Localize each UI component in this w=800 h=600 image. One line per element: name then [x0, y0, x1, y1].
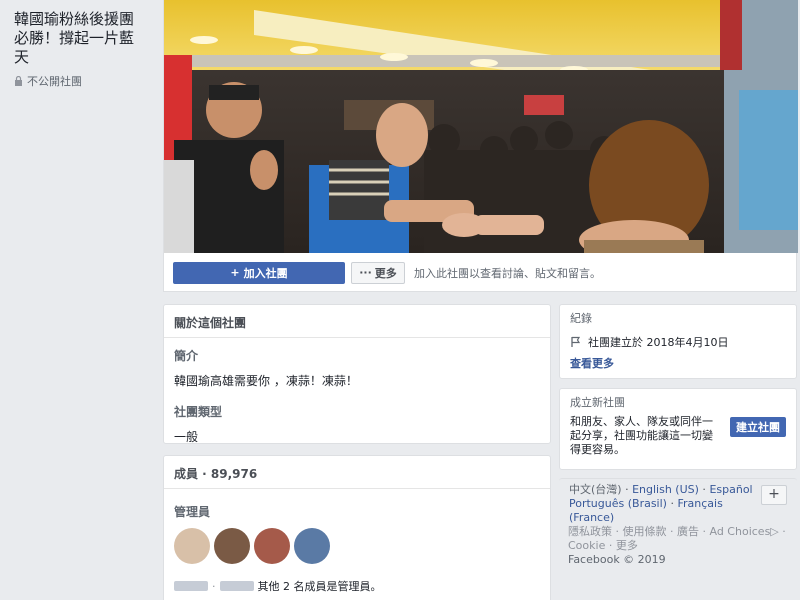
members-card: 成員 · 89,976 管理員 · 其他 2 名成員是管理員。 — [163, 455, 551, 600]
more-label: 更多 — [374, 266, 397, 280]
admin-note-text: 其他 2 名成員是管理員。 — [257, 580, 382, 593]
avatar[interactable] — [294, 528, 330, 564]
footer-link-cookie[interactable]: Cookie — [568, 539, 605, 552]
group-sidebar: 韓國瑜粉絲後援團必勝！撐起一片藍天 不公開社團 — [0, 0, 160, 600]
group-created-date: 社團建立於 2018年4月10日 — [588, 336, 729, 349]
cover-actions: + 加入社團 ··· 更多 加入此社團以查看討論、貼文和留言。 — [164, 253, 798, 292]
group-privacy: 不公開社團 — [14, 73, 146, 89]
footer-link-terms[interactable]: 使用條款 — [623, 525, 667, 538]
admin-avatars — [174, 528, 540, 564]
blurred-name[interactable] — [219, 581, 254, 591]
avatar[interactable] — [214, 528, 250, 564]
record-header: 紀錄 — [570, 312, 592, 325]
footer-link-adchoices[interactable]: Ad Choices — [710, 525, 771, 538]
group-type-label: 社團類型 — [174, 405, 223, 419]
group-name[interactable]: 韓國瑜粉絲後援團必勝！撐起一片藍天 — [14, 10, 146, 67]
footer-link-ads[interactable]: 廣告 — [677, 525, 699, 538]
language-link[interactable]: Português (Brasil) — [569, 497, 667, 510]
language-selector: 中文(台灣) · English (US) · Español Portuguê… — [559, 478, 797, 524]
intro-label: 簡介 — [174, 349, 199, 363]
see-more-link[interactable]: 查看更多 — [560, 355, 796, 371]
record-card: 紀錄 社團建立於 2018年4月10日 查看更多 — [559, 304, 797, 379]
create-group-text: 和朋友、家人、隊友或同伴一起分享，社團功能讓這一切變得更容易。 — [570, 415, 713, 456]
create-group-header: 成立新社團 — [570, 396, 625, 409]
avatar[interactable] — [174, 528, 210, 564]
cover-card: + 加入社團 ··· 更多 加入此社團以查看討論、貼文和留言。 — [163, 0, 798, 292]
copyright: Facebook © 2019 — [568, 553, 666, 566]
create-group-card: 成立新社團 和朋友、家人、隊友或同伴一起分享，社團功能讓這一切變得更容易。 建立… — [559, 388, 797, 470]
privacy-label: 不公開社團 — [27, 75, 82, 88]
more-button[interactable]: ··· 更多 — [351, 261, 405, 284]
plus-icon: + — [230, 266, 240, 279]
admins-label: 管理員 — [174, 505, 211, 519]
footer-link-more[interactable]: 更多 — [616, 539, 638, 552]
avatar[interactable] — [254, 528, 290, 564]
intro-text: 韓國瑜高雄需要你 ，凍蒜！凍蒜！ — [174, 374, 358, 388]
language-link[interactable]: English (US) — [632, 483, 699, 496]
cover-photo[interactable] — [164, 0, 798, 253]
adchoices-icon: ▷ — [770, 525, 779, 538]
footer-link-privacy[interactable]: 隱私政策 — [568, 525, 612, 538]
group-type-value: 一般 — [174, 430, 199, 444]
current-language: 中文(台灣) — [569, 483, 622, 496]
footer: 隱私政策 · 使用條款 · 廣告 · Ad Choices▷ · Cookie … — [568, 525, 788, 567]
about-card: 關於這個社團 簡介 韓國瑜高雄需要你 ，凍蒜！凍蒜！ 社團類型 一般 — [163, 304, 551, 444]
members-header[interactable]: 成員 · 89,976 — [164, 456, 550, 489]
admin-note: · 其他 2 名成員是管理員。 — [174, 578, 540, 594]
language-link[interactable]: Español — [709, 483, 752, 496]
join-group-label: 加入社團 — [243, 266, 288, 280]
join-group-button[interactable]: + 加入社團 — [173, 261, 345, 284]
join-hint: 加入此社團以查看討論、貼文和留言。 — [414, 266, 601, 280]
ellipsis-icon: ··· — [359, 266, 372, 279]
create-group-button[interactable]: 建立社團 — [730, 417, 786, 437]
blurred-name[interactable] — [174, 581, 208, 591]
about-header: 關於這個社團 — [164, 305, 550, 338]
lock-icon — [15, 76, 22, 86]
flag-icon — [571, 336, 581, 347]
more-languages-button[interactable]: + — [761, 485, 787, 505]
